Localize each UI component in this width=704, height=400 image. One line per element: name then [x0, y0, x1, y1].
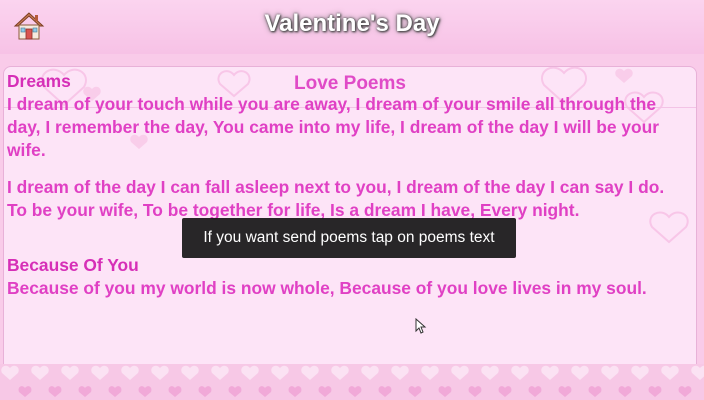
poem-heading: Dreams	[7, 71, 71, 91]
hearts-border	[0, 364, 704, 400]
poem-item: Because Of You Because of you my world i…	[7, 254, 687, 300]
app-header: Valentine's Day	[0, 0, 704, 54]
poem-text[interactable]: I dream of your touch while you are away…	[7, 93, 687, 162]
mouse-pointer-icon	[415, 318, 427, 334]
app-title: Valentine's Day	[264, 10, 440, 37]
poem-text[interactable]: Because of you my world is now whole, Be…	[7, 277, 687, 300]
poem-item: Dreams I dream of your touch while you a…	[7, 70, 687, 222]
poem-list: Dreams I dream of your touch while you a…	[7, 70, 687, 314]
poem-text[interactable]: I dream of the day I can fall asleep nex…	[7, 176, 687, 222]
toast-message: If you want send poems tap on poems text	[182, 218, 516, 258]
